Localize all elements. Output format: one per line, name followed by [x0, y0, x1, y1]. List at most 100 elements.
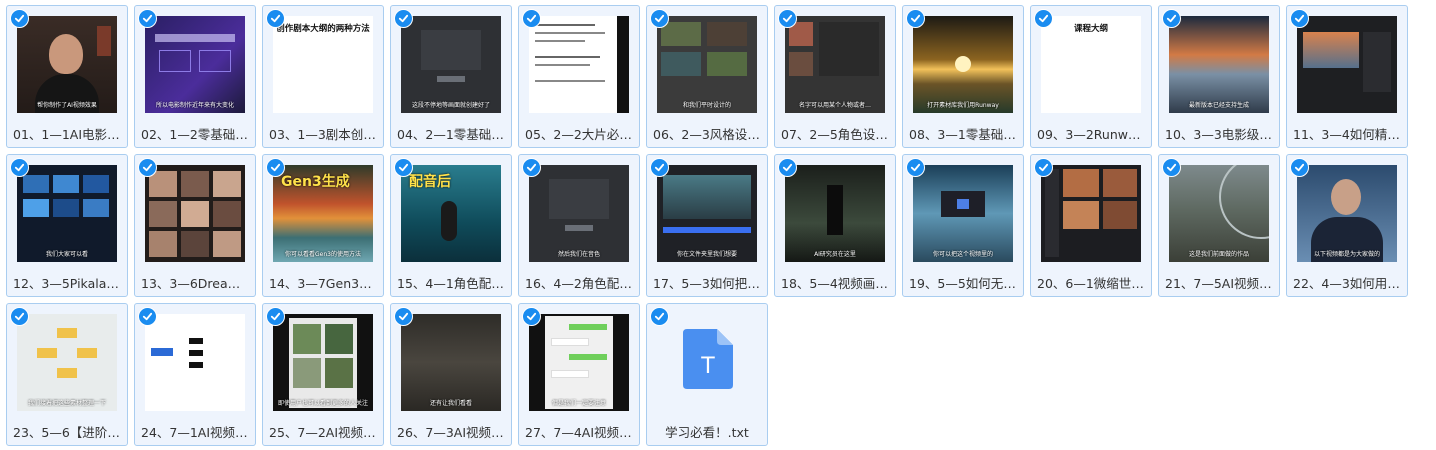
video-tile[interactable]: 20、6—1微缩世界… [1030, 154, 1152, 297]
thumbnail: 配音后 [401, 165, 501, 262]
selected-check-icon[interactable] [1162, 9, 1181, 28]
video-tile[interactable]: 05、2—2大片必备… [518, 5, 640, 148]
thumbnail: 所以电影制作近年来有大变化 [145, 16, 245, 113]
thumbnail: 但是我们一定要注意 [529, 314, 629, 411]
video-tile[interactable]: 然后我们在音色 16、4—2角色配音… [518, 154, 640, 297]
file-name: 26、7—3AI视频如… [397, 425, 507, 440]
selected-check-icon[interactable] [394, 307, 413, 326]
thumbnail-title: 课程大纲 [1073, 24, 1108, 34]
selected-check-icon[interactable] [266, 9, 285, 28]
selected-check-icon[interactable] [10, 307, 29, 326]
thumbnail: 即使用户也可以看到更多的人关注 [273, 314, 373, 411]
selected-check-icon[interactable] [906, 9, 925, 28]
video-tile[interactable]: 打开素材库我们用Runway 08、3—1零基础，… [902, 5, 1024, 148]
thumbnail-caption: AI研究员在这里 [814, 251, 856, 258]
video-tile[interactable]: 配音后 15、4—1角色配音… [390, 154, 512, 297]
thumbnail-caption: 我们大家可以看 [45, 251, 88, 258]
selected-check-icon[interactable] [394, 158, 413, 177]
file-name: 14、3—7Gen3的… [269, 276, 379, 291]
thumbnail: 打开素材库我们用Runway [913, 16, 1013, 113]
video-tile[interactable]: 创作剧本大纲的两种方法 03、1—3剧本创作… [262, 5, 384, 148]
selected-check-icon[interactable] [266, 158, 285, 177]
selected-check-icon[interactable] [1034, 158, 1053, 177]
thumbnail: 创作剧本大纲的两种方法 [273, 16, 373, 113]
video-tile[interactable]: 即使用户也可以看到更多的人关注 25、7—2AI视频如… [262, 303, 384, 446]
thumbnail-title: 创作剧本大纲的两种方法 [276, 24, 370, 34]
thumbnail-caption: 和我们平时设计的 [682, 102, 731, 109]
selected-check-icon[interactable] [778, 9, 797, 28]
selected-check-icon[interactable] [10, 158, 29, 177]
selected-check-icon[interactable] [138, 158, 157, 177]
video-tile[interactable]: AI研究员在这里 18、5—4视频画质… [774, 154, 896, 297]
thumbnail: 你在文件夹里我们想要 [657, 165, 757, 262]
file-icon-letter: T [700, 354, 715, 379]
video-tile[interactable]: 我们接着把这些素材整理一下 23、5—6【进阶】… [6, 303, 128, 446]
video-tile[interactable]: 24、7—1AI视频商… [134, 303, 256, 446]
video-tile[interactable]: 但是我们一定要注意 27、7—4AI视频的… [518, 303, 640, 446]
thumbnail: 然后我们在音色 [529, 165, 629, 262]
selected-check-icon[interactable] [10, 9, 29, 28]
file-name: 23、5—6【进阶】… [13, 425, 123, 440]
video-tile[interactable]: 所以电影制作近年来有大变化 02、1—2零基础，… [134, 5, 256, 148]
file-name: 10、3—3电影级视… [1165, 127, 1275, 142]
selected-check-icon[interactable] [650, 307, 669, 326]
video-tile[interactable]: 你在文件夹里我们想要 17、5—3如何把影… [646, 154, 768, 297]
file-name: 15、4—1角色配音… [397, 276, 507, 291]
file-name: 01、1—1AI电影一… [13, 127, 123, 142]
file-name: 09、3—2Runway… [1037, 127, 1147, 142]
selected-check-icon[interactable] [650, 158, 669, 177]
thumbnail-caption: 还有让我们看看 [429, 400, 472, 407]
selected-check-icon[interactable] [138, 307, 157, 326]
video-tile[interactable]: 这是我们前面做的作品 21、7—5AI视频定… [1158, 154, 1280, 297]
thumbnail: 还有让我们看看 [401, 314, 501, 411]
video-tile[interactable]: 帮你制作了AI视频效果 01、1—1AI电影一… [6, 5, 128, 148]
selected-check-icon[interactable] [522, 158, 541, 177]
thumbnail: 和我们平时设计的 [657, 16, 757, 113]
video-tile[interactable]: Gen3生成 你可以看看Gen3的使用方法 14、3—7Gen3的… [262, 154, 384, 297]
thumbnail-caption: 所以电影制作近年来有大变化 [155, 102, 234, 109]
thumbnail-caption: 你可以把这个视频里的 [932, 251, 993, 258]
thumbnail: 帮你制作了AI视频效果 [17, 16, 117, 113]
selected-check-icon[interactable] [650, 9, 669, 28]
file-name: 17、5—3如何把影… [653, 276, 763, 291]
video-tile[interactable]: 以下视频都是为大家做的 22、4—3如何用G… [1286, 154, 1408, 297]
thumbnail: 这段不停地等画面就创建好了 [401, 16, 501, 113]
thumbnail: 这是我们前面做的作品 [1169, 165, 1269, 262]
video-tile[interactable]: 名字可以用某个人物或者… 07、2—5角色设计… [774, 5, 896, 148]
file-name: 学习必看！.txt [665, 425, 749, 440]
video-tile[interactable]: 我们大家可以看 12、3—5Pikalabs… [6, 154, 128, 297]
selected-check-icon[interactable] [1034, 9, 1053, 28]
selected-check-icon[interactable] [394, 9, 413, 28]
thumbnail-caption: 你可以看看Gen3的使用方法 [285, 251, 361, 258]
selected-check-icon[interactable] [266, 307, 285, 326]
file-name: 12、3—5Pikalabs… [13, 276, 123, 291]
selected-check-icon[interactable] [1162, 158, 1181, 177]
thumbnail: 你可以把这个视频里的 [913, 165, 1013, 262]
file-tile[interactable]: T 学习必看！.txt [646, 303, 768, 446]
selected-check-icon[interactable] [138, 9, 157, 28]
video-tile[interactable]: 11、3—4如何精准… [1286, 5, 1408, 148]
video-tile[interactable]: 你可以把这个视频里的 19、5—5如何无痕… [902, 154, 1024, 297]
thumbnail-caption: 你在文件夹里我们想要 [676, 251, 737, 258]
selected-check-icon[interactable] [778, 158, 797, 177]
video-tile[interactable]: 最新版本已经支持生成 10、3—3电影级视… [1158, 5, 1280, 148]
thumbnail: 以下视频都是为大家做的 [1297, 165, 1397, 262]
file-name: 25、7—2AI视频如… [269, 425, 379, 440]
video-tile[interactable]: 和我们平时设计的 06、2—3风格设计… [646, 5, 768, 148]
text-file-icon: T [683, 329, 733, 389]
video-tile[interactable]: 课程大纲 09、3—2Runway… [1030, 5, 1152, 148]
selected-check-icon[interactable] [1290, 158, 1309, 177]
video-tile[interactable]: 这段不停地等画面就创建好了 04、2—1零基础，… [390, 5, 512, 148]
thumbnail: 最新版本已经支持生成 [1169, 16, 1269, 113]
video-tile[interactable]: 还有让我们看看 26、7—3AI视频如… [390, 303, 512, 446]
thumbnail-caption: 以下视频都是为大家做的 [1313, 251, 1380, 258]
selected-check-icon[interactable] [522, 9, 541, 28]
file-name: 02、1—2零基础，… [141, 127, 251, 142]
selected-check-icon[interactable] [522, 307, 541, 326]
selected-check-icon[interactable] [1290, 9, 1309, 28]
video-tile[interactable]: 13、3—6Dreamin… [134, 154, 256, 297]
thumbnail: Gen3生成 你可以看看Gen3的使用方法 [273, 165, 373, 262]
thumbnail [145, 165, 245, 262]
thumbnail-caption: 我们接着把这些素材整理一下 [27, 400, 106, 407]
selected-check-icon[interactable] [906, 158, 925, 177]
